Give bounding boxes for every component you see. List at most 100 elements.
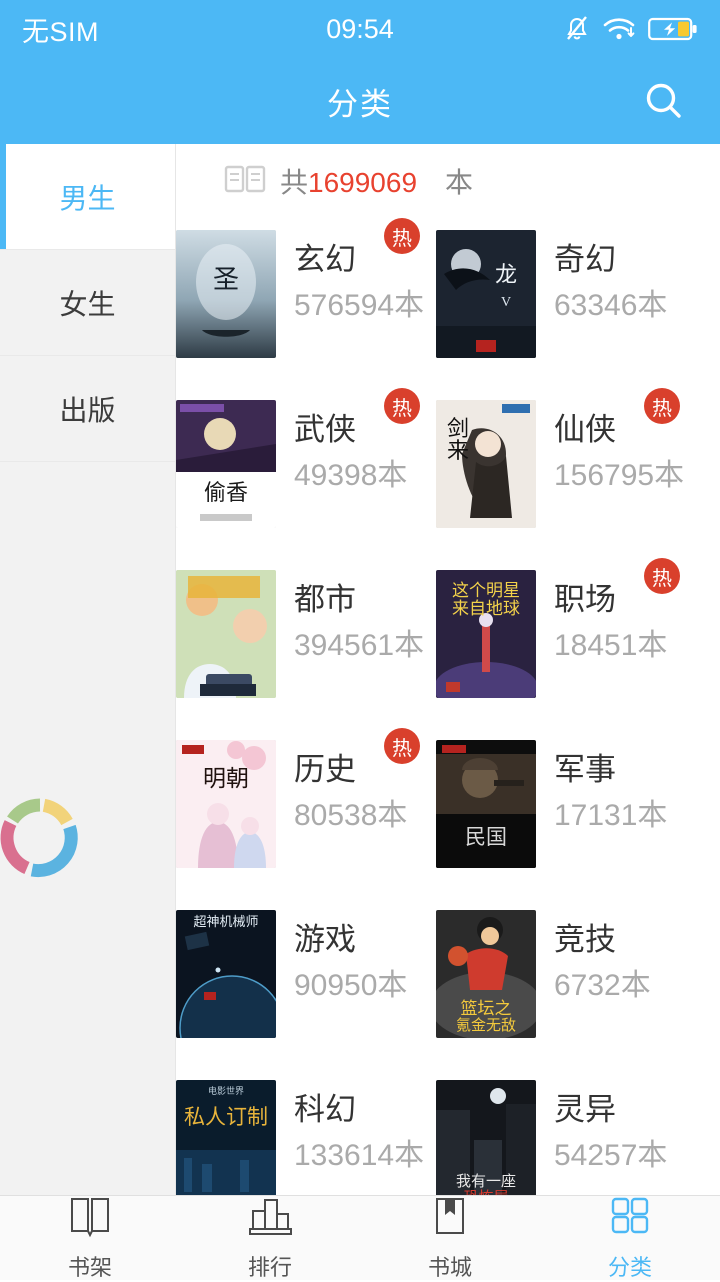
sidebar-item-female[interactable]: 女生 <box>0 250 175 356</box>
tab-bookstore[interactable]: 书城 <box>360 1196 540 1280</box>
sidebar-item-publish[interactable]: 出版 <box>0 356 175 462</box>
category-name: 游戏 <box>294 922 356 957</box>
table-row: 电影世界 私人订制 科幻 133614本 热 <box>176 1068 720 1195</box>
category-count: 394561本 <box>294 629 425 662</box>
category-item-zhichang[interactable]: 这个明星 来自地球 职场 18451本 热 <box>436 558 696 728</box>
table-row: 偷香 武侠 49398本 热 剑 来 仙侠 156795本 热 <box>176 388 720 558</box>
category-count: 54257本 <box>554 1139 668 1172</box>
svg-text:私人订制: 私人订制 <box>184 1105 268 1129</box>
category-item-junshi[interactable]: 民国 军事 17131本 热 <box>436 728 696 898</box>
hot-badge: 热 <box>384 218 420 254</box>
status-bar: 无SIM 09:54 <box>0 0 720 58</box>
tab-label: 排行 <box>247 1254 292 1280</box>
category-meta: 奇幻 63346本 <box>554 230 667 321</box>
count-unit-label: 本 <box>445 167 474 198</box>
category-meta: 竞技 6732本 <box>554 910 651 1001</box>
svg-text:来: 来 <box>447 438 469 463</box>
main-content: 男生 女生 出版 共1699069 本 圣 玄幻 576594本 热 龙 V 奇… <box>0 144 720 1195</box>
category-count: 63346本 <box>554 289 668 322</box>
category-list-panel: 共1699069 本 圣 玄幻 576594本 热 龙 V 奇幻 63346本 … <box>176 144 720 1195</box>
category-meta: 游戏 90950本 <box>294 910 407 1001</box>
svg-text:民国: 民国 <box>465 825 507 849</box>
category-meta: 军事 17131本 <box>554 740 667 831</box>
category-item-youxi[interactable]: 超神机械师 游戏 90950本 热 <box>176 898 436 1068</box>
category-rows: 圣 玄幻 576594本 热 龙 V 奇幻 63346本 偷香 武侠 49398… <box>176 218 720 1195</box>
grid-category-icon <box>607 1195 653 1244</box>
svg-text:电影世界: 电影世界 <box>208 1085 244 1096</box>
svg-text:龙: 龙 <box>495 262 517 287</box>
hot-badge: 热 <box>644 388 680 424</box>
page-title: 分类 <box>327 86 393 122</box>
tab-ranking[interactable]: 排行 <box>180 1196 360 1280</box>
category-count: 49398本 <box>294 459 408 492</box>
book-cover: 偷香 <box>176 400 276 528</box>
sidebar-item-label: 男生 <box>59 182 116 214</box>
search-icon[interactable] <box>636 73 692 129</box>
category-item-xuanhuan[interactable]: 圣 玄幻 576594本 热 <box>176 218 436 388</box>
category-name: 竞技 <box>554 922 616 957</box>
book-cover: 超神机械师 <box>176 910 276 1038</box>
category-item-qihuan[interactable]: 龙 V 奇幻 63346本 热 <box>436 218 696 388</box>
category-meta: 科幻 133614本 <box>294 1080 424 1171</box>
svg-text:篮坛之: 篮坛之 <box>461 999 512 1018</box>
svg-text:明朝: 明朝 <box>203 766 249 791</box>
category-sidebar: 男生 女生 出版 <box>0 144 176 1195</box>
bookstore-icon <box>429 1195 471 1244</box>
table-row: 都市 394561本 热 这个明星 来自地球 <box>176 558 720 728</box>
category-item-wuxia[interactable]: 偷香 武侠 49398本 热 <box>176 388 436 558</box>
category-name: 都市 <box>294 582 356 617</box>
tab-label: 书架 <box>67 1254 112 1280</box>
book-cover: 圣 <box>176 230 276 358</box>
book-cover: 电影世界 私人订制 <box>176 1080 276 1195</box>
hot-badge: 热 <box>644 558 680 594</box>
category-item-lishi[interactable]: 明朝 历史 80538本 热 <box>176 728 436 898</box>
sidebar-item-label: 出版 <box>59 394 116 426</box>
category-count: 18451本 <box>554 629 668 662</box>
category-name: 奇幻 <box>554 242 616 277</box>
bell-muted-icon <box>564 15 590 43</box>
wifi-icon <box>602 16 636 42</box>
category-meta: 都市 394561本 <box>294 570 424 661</box>
svg-text:圣: 圣 <box>213 265 239 294</box>
svg-text:偷香: 偷香 <box>204 480 248 505</box>
open-book-icon <box>224 163 266 200</box>
category-item-jingji[interactable]: 篮坛之 氪金无敌 竞技 6732本 热 <box>436 898 696 1068</box>
category-count: 17131本 <box>554 799 668 832</box>
category-item-dushi[interactable]: 都市 394561本 热 <box>176 558 436 728</box>
ranking-chart-icon <box>246 1195 294 1244</box>
book-cover: 剑 来 <box>436 400 536 528</box>
category-item-lingyi[interactable]: 我有一座 恐怖屋 灵异 54257本 热 <box>436 1068 696 1195</box>
tab-category[interactable]: 分类 <box>540 1196 720 1280</box>
svg-text:氪金无敌: 氪金无敌 <box>456 1017 516 1034</box>
category-name: 军事 <box>554 752 616 787</box>
category-count: 6732本 <box>554 969 651 1002</box>
category-item-xianxia[interactable]: 剑 来 仙侠 156795本 热 <box>436 388 696 558</box>
status-icon-group <box>564 15 698 43</box>
table-row: 明朝 历史 80538本 热 民国 军事 17131本 <box>176 728 720 898</box>
hot-badge: 热 <box>384 388 420 424</box>
sidebar-item-male[interactable]: 男生 <box>0 144 175 250</box>
bookshelf-icon <box>67 1195 113 1244</box>
tab-bookshelf[interactable]: 书架 <box>0 1196 180 1280</box>
category-count: 576594本 <box>294 289 425 322</box>
book-cover: 篮坛之 氪金无敌 <box>436 910 536 1038</box>
sidebar-item-label: 女生 <box>59 288 116 320</box>
svg-text:这个明星: 这个明星 <box>452 581 520 600</box>
tab-label: 分类 <box>607 1254 652 1280</box>
book-cover: 明朝 <box>176 740 276 868</box>
table-row: 圣 玄幻 576594本 热 龙 V 奇幻 63346本 <box>176 218 720 388</box>
book-cover: 这个明星 来自地球 <box>436 570 536 698</box>
category-name: 灵异 <box>554 1092 616 1127</box>
book-cover: 我有一座 恐怖屋 <box>436 1080 536 1195</box>
total-count-number: 1699069 <box>308 167 418 198</box>
svg-text:V: V <box>501 295 511 310</box>
category-name: 科幻 <box>294 1092 356 1127</box>
loading-spinner-icon <box>0 796 82 880</box>
svg-text:超神机械师: 超神机械师 <box>193 914 258 929</box>
category-item-kehuan[interactable]: 电影世界 私人订制 科幻 133614本 热 <box>176 1068 436 1195</box>
bottom-navigation: 书架 排行 书城 分类 <box>0 1195 720 1280</box>
tab-label: 书城 <box>427 1254 472 1280</box>
hot-badge: 热 <box>384 728 420 764</box>
category-count: 90950本 <box>294 969 408 1002</box>
svg-text:来自地球: 来自地球 <box>452 599 520 618</box>
